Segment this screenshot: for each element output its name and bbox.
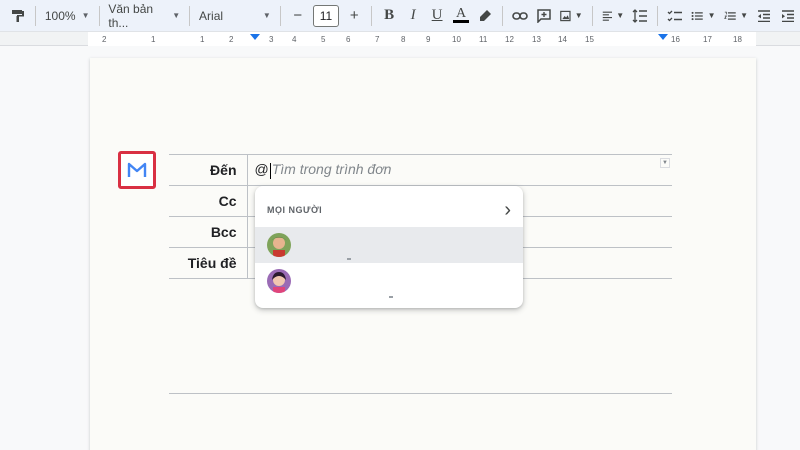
person-name-placeholder: [389, 296, 393, 298]
at-mention-symbol: @: [254, 161, 269, 178]
link-icon[interactable]: [508, 4, 532, 28]
ruler-label: 6: [346, 35, 351, 44]
ruler-label: 1: [151, 35, 156, 44]
toolbar-divider: [279, 5, 281, 26]
toolbar-divider: [371, 5, 373, 26]
ruler-label: 2: [229, 35, 234, 44]
toolbar-divider: [657, 5, 659, 26]
to-row: Đến @ Tìm trong trình đơn ▼: [169, 154, 672, 186]
gmail-icon: [127, 162, 147, 177]
bulleted-list-icon[interactable]: ▼: [687, 4, 719, 28]
to-field[interactable]: @ Tìm trong trình đơn ▼: [247, 154, 672, 186]
line-spacing-icon[interactable]: [628, 4, 652, 28]
chevron-down-icon[interactable]: ▼: [660, 158, 670, 168]
ruler-label: 14: [558, 35, 567, 44]
cc-label: Cc: [169, 185, 248, 217]
ruler-label: 16: [671, 35, 680, 44]
person-suggestion-item[interactable]: [255, 227, 523, 263]
text-cursor: [269, 162, 271, 179]
avatar: [267, 233, 291, 257]
ruler-label: 18: [733, 35, 742, 44]
subject-label: Tiêu đề: [169, 247, 248, 279]
ruler-label: 11: [479, 35, 488, 44]
text-color-button[interactable]: A: [449, 4, 473, 28]
style-select[interactable]: Văn bản th... ▼: [104, 1, 184, 30]
text-color-icon: A: [456, 6, 467, 21]
toolbar-divider: [591, 5, 593, 26]
toolbar-divider: [189, 5, 191, 26]
ruler[interactable]: 2 1 1 2 3 4 5 6 7 8 9 10 11 12 13 14 15 …: [0, 32, 800, 46]
font-size-input[interactable]: 11: [312, 4, 340, 27]
ruler-label: 1: [200, 35, 205, 44]
avatar: [267, 269, 291, 293]
right-indent-marker[interactable]: [658, 34, 668, 40]
font-value: Arial: [199, 8, 224, 23]
highlight-icon[interactable]: [473, 4, 497, 28]
toolbar-divider: [502, 5, 503, 26]
zoom-value: 100%: [44, 8, 76, 23]
to-placeholder: Tìm trong trình đơn: [271, 161, 392, 178]
style-value: Văn bản th...: [108, 1, 154, 30]
docs-app: 100% ▼ Văn bản th... ▼ Arial ▼ − 11 + B I U…: [0, 0, 800, 450]
left-indent-marker[interactable]: [250, 34, 260, 40]
insert-image-icon[interactable]: ▼: [556, 4, 587, 28]
checklist-icon[interactable]: [663, 4, 687, 28]
numbered-list-icon[interactable]: ▼: [720, 4, 752, 28]
ruler-page-area: [88, 32, 756, 46]
toolbar-divider: [35, 5, 36, 26]
ruler-label: 4: [292, 35, 297, 44]
chevron-down-icon: ▼: [616, 11, 625, 20]
person-name-placeholder: [347, 258, 351, 260]
font-select[interactable]: Arial ▼: [195, 4, 275, 28]
paint-format-icon[interactable]: [6, 4, 30, 28]
people-section-header[interactable]: MỌI NGƯỜI ›: [255, 196, 523, 224]
ruler-label: 2: [102, 35, 107, 44]
chevron-down-icon: ▼: [707, 11, 716, 20]
ruler-label: 12: [505, 35, 514, 44]
chevron-down-icon: ▼: [574, 11, 583, 20]
to-label: Đến: [169, 154, 248, 186]
ruler-label: 9: [426, 35, 431, 44]
person-suggestion-item[interactable]: [255, 263, 523, 299]
ruler-label: 5: [321, 35, 326, 44]
ruler-label: 17: [703, 35, 712, 44]
ruler-label: 7: [375, 35, 380, 44]
chevron-right-icon: ›: [504, 199, 511, 221]
chevron-down-icon: ▼: [740, 11, 748, 20]
chevron-down-icon: ▼: [81, 11, 90, 20]
toolbar-divider: [98, 5, 100, 26]
decrease-font-size-button[interactable]: −: [286, 4, 310, 28]
italic-button[interactable]: I: [401, 4, 425, 28]
add-comment-icon[interactable]: [532, 4, 556, 28]
toolbar: 100% ▼ Văn bản th... ▼ Arial ▼ − 11 + B I U…: [0, 0, 800, 32]
people-suggestion-menu: MỌI NGƯỜI ›: [255, 186, 523, 308]
chevron-down-icon: ▼: [262, 11, 271, 20]
people-section-title: MỌI NGƯỜI: [267, 205, 323, 215]
decrease-indent-icon[interactable]: [752, 4, 776, 28]
bcc-label: Bcc: [169, 216, 248, 248]
ruler-label: 3: [269, 35, 274, 44]
zoom-select[interactable]: 100% ▼: [41, 4, 94, 28]
increase-font-size-button[interactable]: +: [342, 4, 366, 28]
ruler-label: 15: [585, 35, 594, 44]
chevron-down-icon: ▼: [172, 11, 181, 20]
email-body-divider: [169, 393, 672, 394]
ruler-label: 10: [452, 35, 461, 44]
bold-button[interactable]: B: [377, 4, 401, 28]
ruler-label: 13: [532, 35, 541, 44]
ruler-label: 8: [401, 35, 406, 44]
gmail-draft-chip[interactable]: [118, 151, 156, 189]
align-icon[interactable]: ▼: [598, 4, 629, 28]
underline-button[interactable]: U: [425, 4, 449, 28]
increase-indent-icon[interactable]: [776, 4, 800, 28]
text-color-swatch: [453, 20, 470, 23]
